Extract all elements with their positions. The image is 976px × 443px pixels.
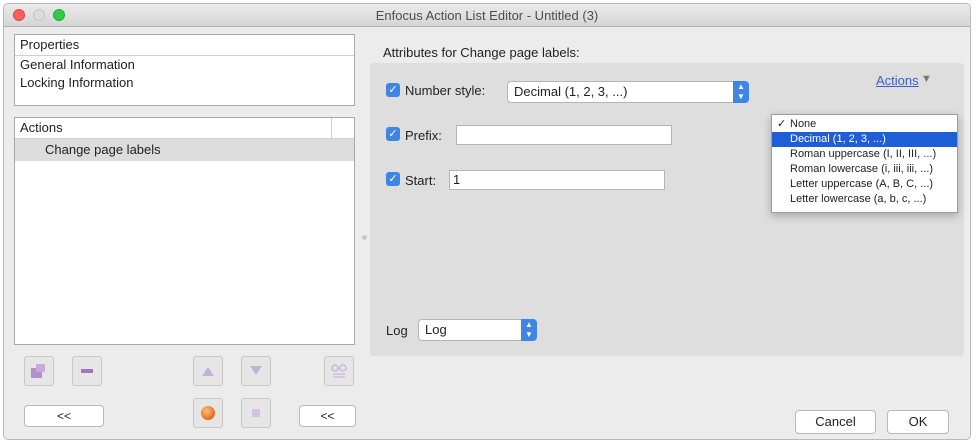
stop-button[interactable] [241, 398, 271, 428]
number-style-popup[interactable]: Decimal (1, 2, 3, ...) ▲ ▼ [507, 81, 749, 103]
start-label: Start: [405, 173, 437, 188]
add-action-icon [31, 364, 45, 378]
cancel-button[interactable]: Cancel [795, 410, 876, 434]
record-button[interactable] [193, 398, 223, 428]
remove-action-icon [81, 369, 93, 373]
popup-arrows-icon: ▲ ▼ [521, 319, 537, 341]
remove-action-button[interactable] [72, 356, 102, 386]
window-title: Enfocus Action List Editor - Untitled (3… [375, 8, 599, 23]
dropdown-option-letter-lowercase[interactable]: Letter lowercase (a, b, c, ...) [772, 192, 957, 207]
move-down-icon [250, 366, 262, 375]
title-bar: Enfocus Action List Editor - Untitled (3… [4, 4, 970, 27]
option-label: Roman lowercase (i, iii, iii, ...) [790, 163, 934, 175]
check-icon: ✓ [388, 173, 398, 185]
number-style-dropdown: ✓ None Decimal (1, 2, 3, ...) Roman upper… [771, 114, 958, 213]
record-icon [201, 406, 215, 420]
dropdown-option-none[interactable]: ✓ None [772, 117, 957, 132]
option-label: Decimal (1, 2, 3, ...) [790, 133, 886, 145]
option-label: Letter uppercase (A, B, C, ...) [790, 178, 934, 190]
properties-header: Properties [15, 35, 354, 56]
dropdown-option-letter-uppercase[interactable]: Letter uppercase (A, B, C, ...) [772, 177, 957, 192]
back-button-right[interactable]: << [299, 405, 356, 427]
log-label: Log [386, 323, 408, 338]
prefix-input[interactable] [456, 125, 672, 145]
add-action-button[interactable] [24, 356, 54, 386]
check-icon: ✓ [388, 84, 398, 96]
dropdown-option-roman-lowercase[interactable]: Roman lowercase (i, iii, iii, ...) [772, 162, 957, 177]
move-down-button[interactable] [241, 356, 271, 386]
number-style-label: Number style: [405, 83, 486, 98]
move-up-button[interactable] [193, 356, 223, 386]
back-button-left[interactable]: << [24, 405, 104, 427]
ok-button[interactable]: OK [887, 410, 949, 434]
number-style-checkbox[interactable]: ✓ [386, 83, 400, 97]
action-row-change-page-labels[interactable]: Change page labels [15, 139, 354, 161]
properties-panel: Properties General Information Locking I… [14, 34, 355, 106]
dropdown-option-decimal[interactable]: Decimal (1, 2, 3, ...) [772, 132, 957, 147]
stop-icon [252, 409, 260, 417]
option-label: None [790, 118, 817, 130]
start-checkbox[interactable]: ✓ [386, 172, 400, 186]
properties-item-general[interactable]: General Information [15, 56, 354, 74]
attributes-title: Attributes for Change page labels: [383, 45, 580, 60]
column-separator[interactable] [331, 118, 332, 138]
actions-header-label: Actions [20, 120, 63, 135]
caret-down-icon[interactable]: ▼ [921, 73, 932, 85]
log-value: Log [425, 322, 447, 337]
check-icon: ✓ [777, 118, 787, 130]
log-popup[interactable]: Log ▲ ▼ [418, 319, 537, 341]
move-up-icon [202, 367, 214, 376]
option-label: Roman uppercase (I, II, III, ...) [790, 148, 937, 160]
popup-arrows-icon: ▲ ▼ [733, 81, 749, 103]
option-label: Letter lowercase (a, b, c, ...) [790, 193, 927, 205]
number-style-value: Decimal (1, 2, 3, ...) [514, 84, 628, 99]
start-input[interactable]: 1 [449, 170, 665, 190]
prefix-checkbox[interactable]: ✓ [386, 127, 400, 141]
actions-link[interactable]: Actions [876, 73, 919, 88]
properties-item-locking[interactable]: Locking Information [15, 74, 354, 92]
prefix-label: Prefix: [405, 128, 442, 143]
dropdown-option-roman-uppercase[interactable]: Roman uppercase (I, II, III, ...) [772, 147, 957, 162]
actions-header: Actions [15, 118, 354, 139]
splitter-handle[interactable] [362, 235, 367, 240]
actions-panel: Actions Change page labels [14, 117, 355, 345]
check-icon: ✓ [388, 128, 398, 140]
glasses-icon [331, 364, 347, 378]
inspect-button[interactable] [324, 356, 354, 386]
